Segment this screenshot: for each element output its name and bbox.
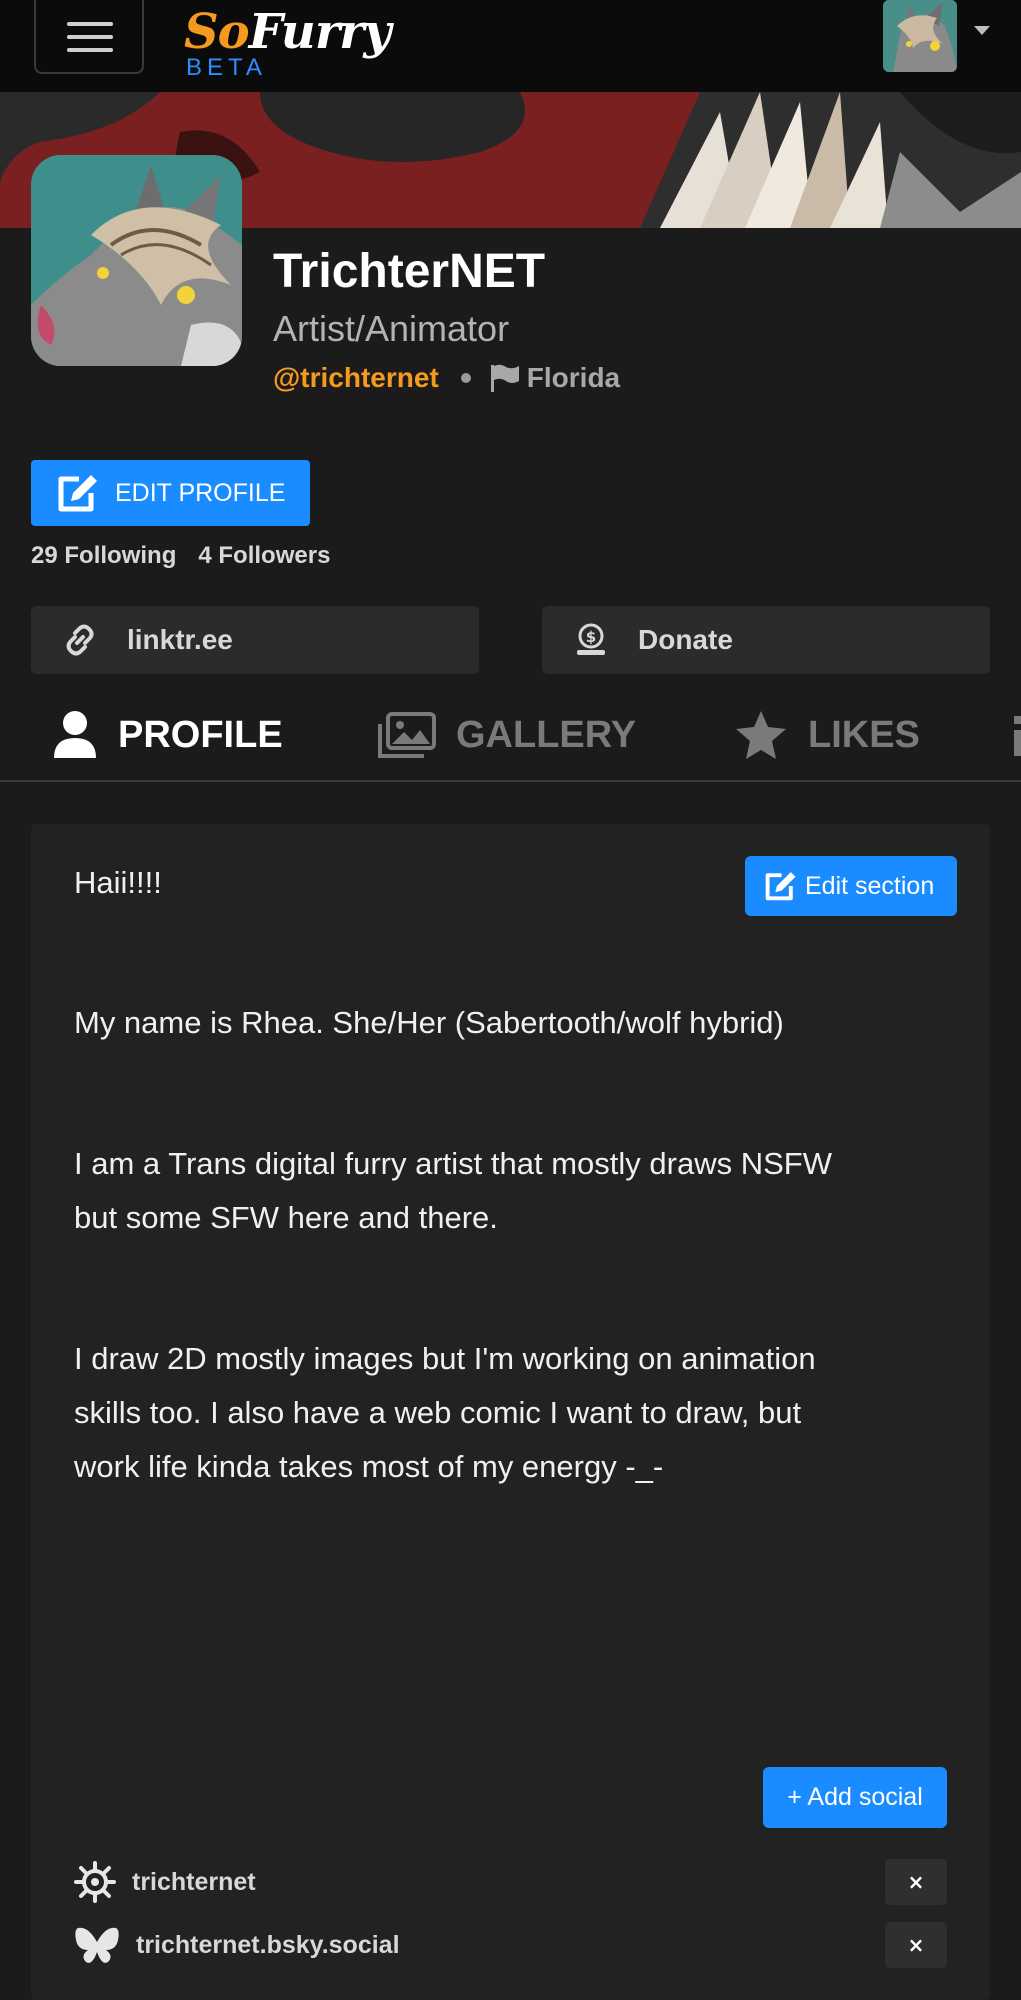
link-card-donate[interactable]: $ Donate	[542, 606, 990, 674]
edit-section-button[interactable]: Edit section	[745, 856, 957, 916]
following-link[interactable]: 29 Following	[31, 542, 176, 570]
separator-dot	[460, 373, 471, 383]
user-menu-avatar[interactable]	[883, 0, 957, 72]
menu-bar	[67, 35, 113, 39]
tab-profile[interactable]: PROFILE	[52, 690, 283, 780]
tab-more-partial[interactable]	[1012, 690, 1021, 780]
beta-label: BETA	[186, 54, 267, 81]
user-icon	[54, 711, 96, 758]
info-icon	[1014, 716, 1021, 756]
edit-section-label: Edit section	[805, 871, 935, 900]
link-label: linktr.ee	[127, 624, 233, 655]
bio-line: My name is Rhea. She/Her (Sabertooth/wol…	[74, 1005, 784, 1040]
edit-profile-button[interactable]: EDIT PROFILE	[31, 460, 310, 526]
social-label: trichternet.bsky.social	[136, 1930, 400, 1959]
tab-gallery[interactable]: GALLERY	[378, 690, 636, 780]
profile-tabs: PROFILE GALLERY LIKES	[0, 690, 1021, 782]
donate-icon: $	[577, 623, 605, 655]
link-label: Donate	[638, 624, 733, 655]
top-navbar: SoFurry BETA	[0, 0, 1021, 92]
tab-label: PROFILE	[118, 713, 283, 756]
following-label: Following	[64, 542, 177, 569]
profile-title: Artist/Animator	[273, 308, 510, 349]
follow-stats: 29 Following 4 Followers	[31, 542, 330, 570]
misskey-icon	[74, 1861, 116, 1903]
star-icon	[736, 711, 786, 759]
edit-icon	[58, 475, 97, 512]
location-text: Florida	[526, 362, 621, 393]
tab-label: GALLERY	[456, 713, 637, 756]
social-item-bluesky[interactable]: trichternet.bsky.social	[74, 1920, 400, 1970]
bio-line: skills too. I also have a web comic I wa…	[74, 1395, 802, 1430]
flag-icon	[490, 364, 519, 392]
chevron-down-icon[interactable]	[974, 26, 990, 35]
social-item-misskey[interactable]: trichternet	[74, 1857, 256, 1907]
logo-wordmark: SoFurry	[184, 4, 391, 60]
link-card-linktree[interactable]: linktr.ee	[31, 606, 479, 674]
tab-likes[interactable]: LIKES	[734, 690, 920, 780]
profile-avatar[interactable]	[31, 155, 242, 366]
profile-display-name: TrichterNET	[273, 245, 546, 298]
bio-line: Haii!!!!	[74, 865, 162, 900]
add-social-button[interactable]: + Add social	[763, 1767, 947, 1828]
followers-label: Followers	[218, 542, 331, 569]
bio-line: I am a Trans digital furry artist that m…	[74, 1146, 832, 1181]
svg-text:$: $	[586, 628, 596, 646]
profile-handle[interactable]: @trichternet	[273, 362, 439, 394]
tab-label: LIKES	[808, 713, 920, 756]
sofurry-logo[interactable]: SoFurry BETA	[184, 4, 391, 81]
link-icon	[66, 624, 94, 656]
avatar-image	[883, 0, 957, 72]
hamburger-menu-button[interactable]	[34, 0, 144, 74]
profile-meta: @trichternet Florida	[273, 362, 620, 394]
bio-line: but some SFW here and there.	[74, 1200, 498, 1235]
followers-link[interactable]: 4 Followers	[198, 542, 330, 570]
images-icon	[378, 712, 436, 758]
social-label: trichternet	[132, 1867, 256, 1896]
bluesky-butterfly-icon	[75, 1927, 119, 1963]
remove-social-button[interactable]: ×	[885, 1922, 947, 1968]
menu-bar	[67, 22, 113, 26]
menu-bar	[67, 48, 113, 52]
following-count: 29	[31, 542, 58, 569]
bio-line: I draw 2D mostly images but I'm working …	[74, 1341, 816, 1376]
remove-social-button[interactable]: ×	[885, 1859, 947, 1905]
edit-profile-label: EDIT PROFILE	[115, 478, 286, 507]
profile-avatar-image	[31, 155, 242, 366]
followers-count: 4	[198, 542, 212, 569]
profile-location: Florida	[489, 362, 620, 394]
bio-line: work life kinda takes most of my energy …	[74, 1449, 664, 1484]
edit-icon	[765, 872, 796, 901]
